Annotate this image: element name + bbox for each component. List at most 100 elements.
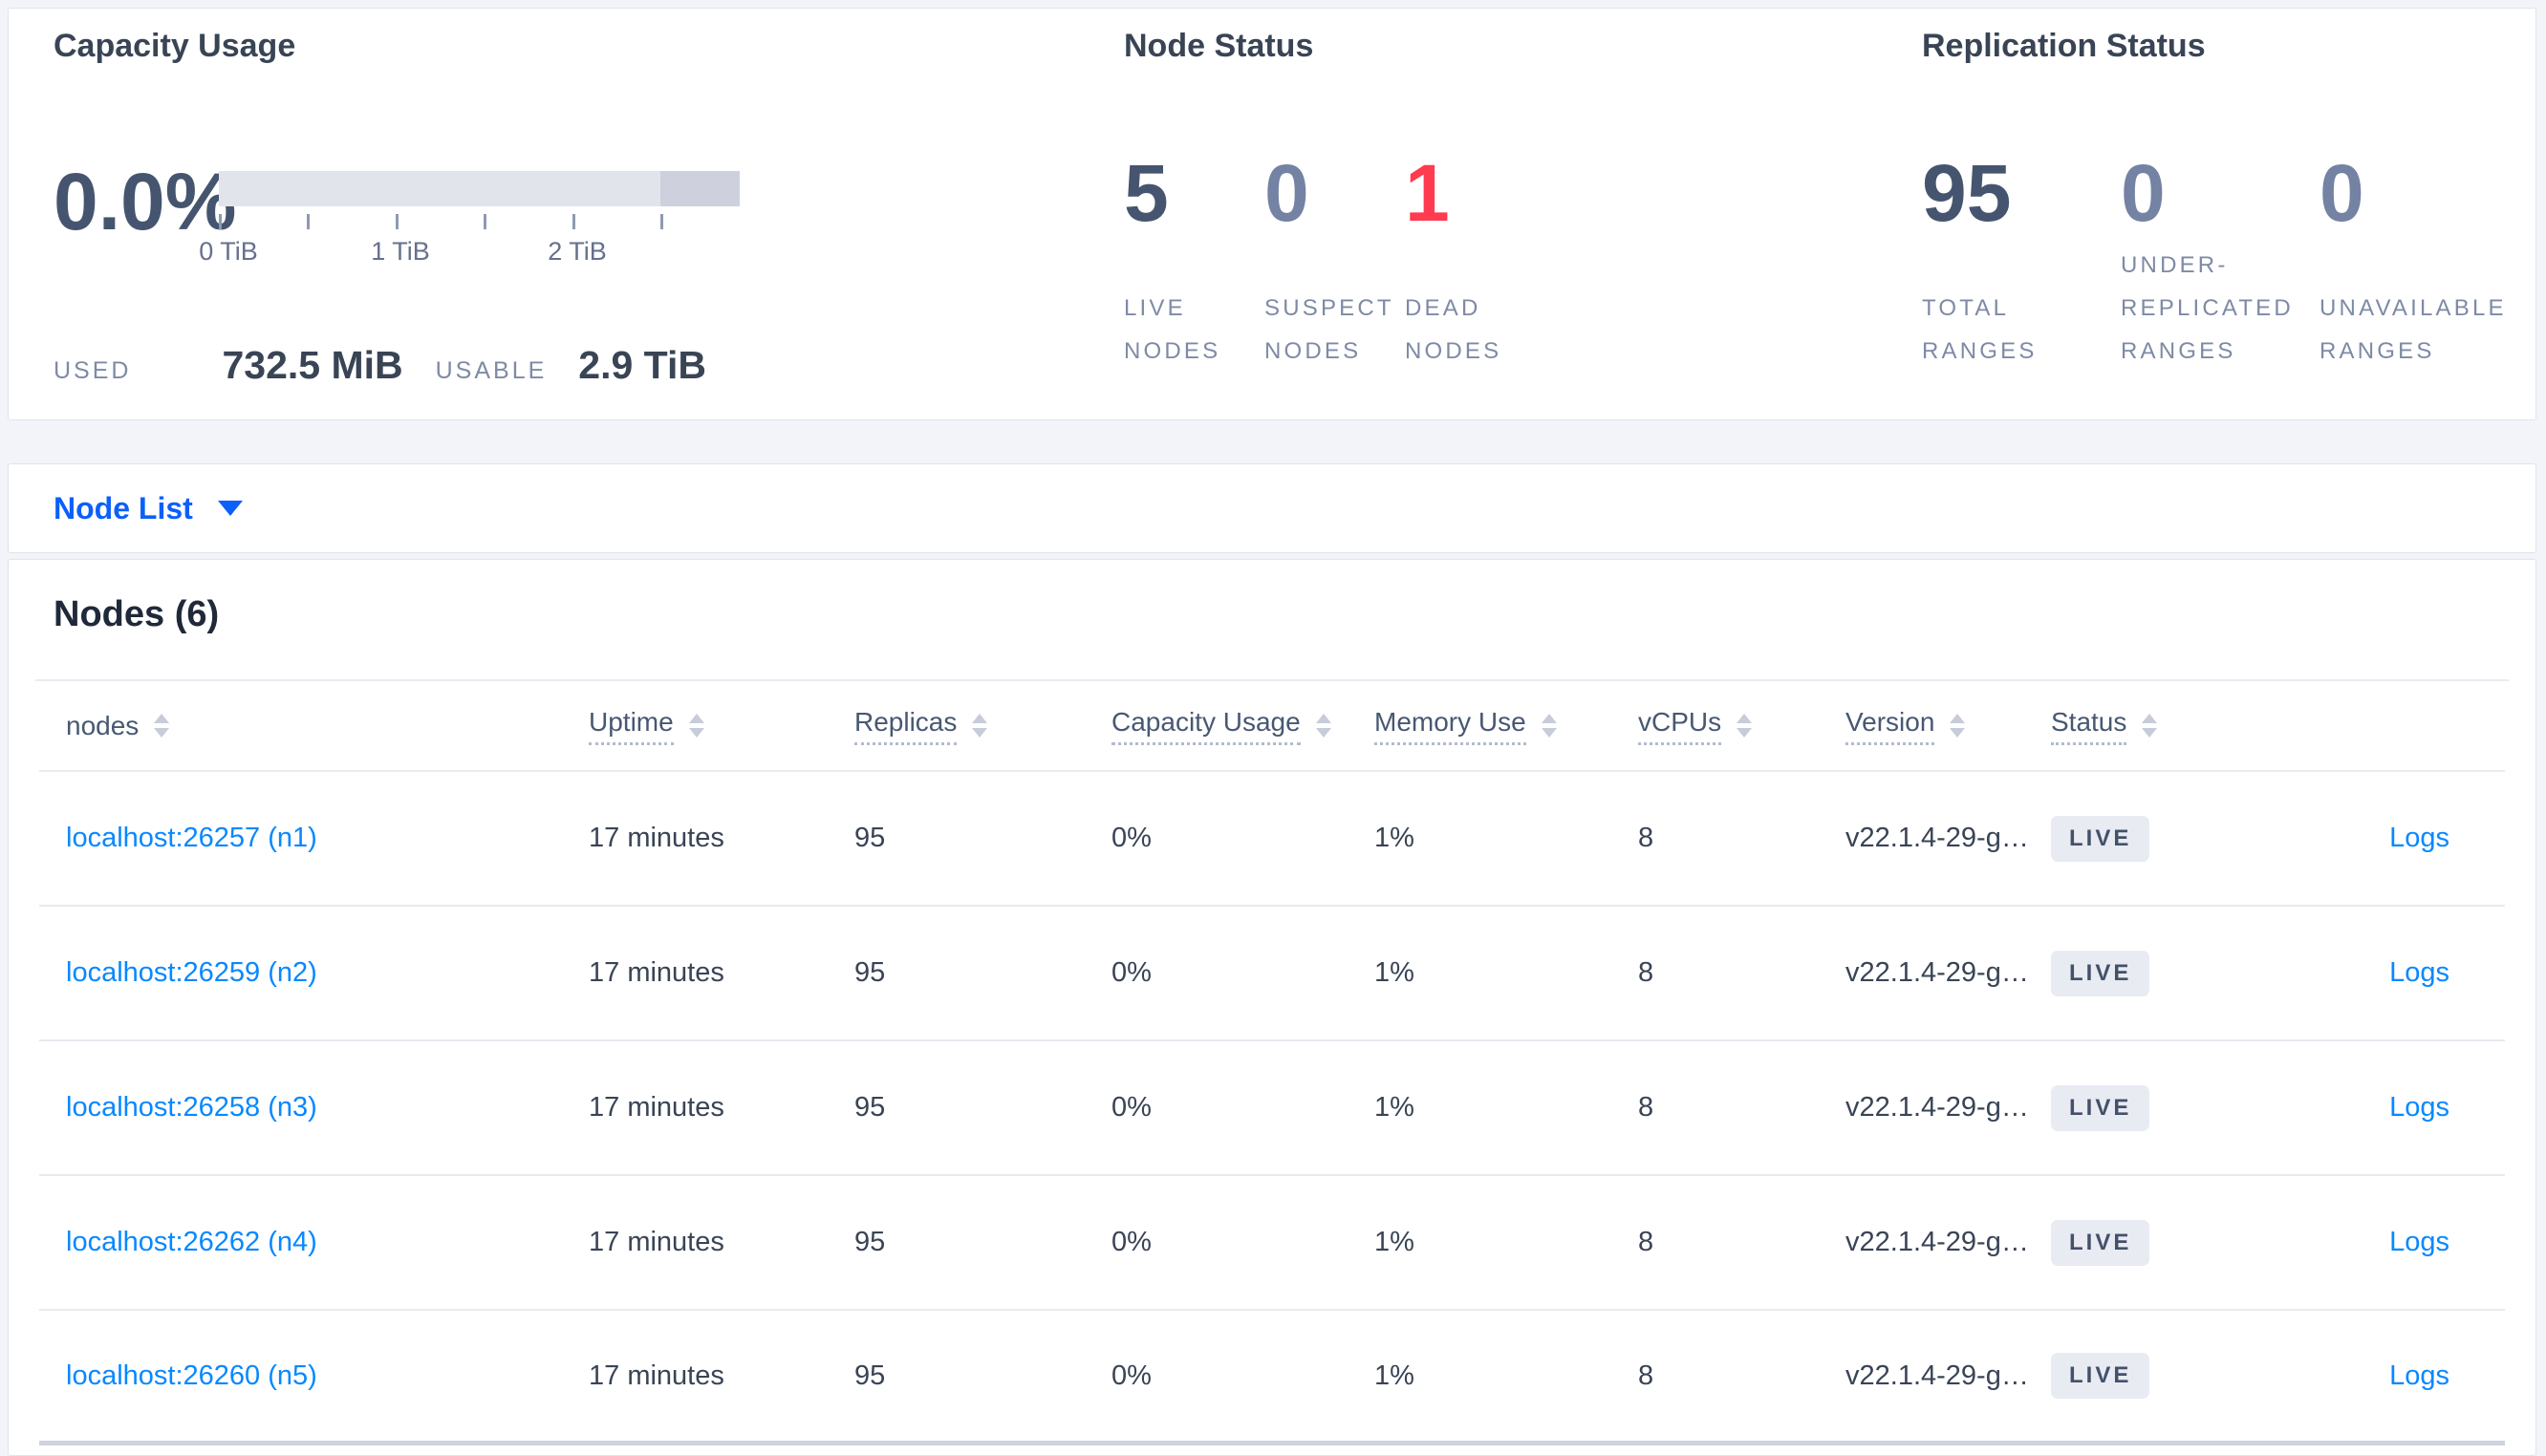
capacity-usage-cell: 0% (1111, 823, 1152, 853)
total-ranges-count: 95 (1922, 148, 2012, 238)
capacity-usage-cell: 0% (1111, 1360, 1152, 1391)
status-badge: LIVE (2051, 1353, 2150, 1399)
uptime-cell: 17 minutes (589, 823, 724, 853)
table-row: localhost:26258 (n3) 17 minutes 95 0% 1%… (39, 1041, 2505, 1176)
suspect-nodes-label: SUSPECT NODES (1264, 295, 1394, 364)
replication-status-title: Replication Status (1922, 28, 2206, 64)
axis-tick (484, 214, 486, 229)
suspect-nodes-metric: 0 SUSPECT NODES (1264, 153, 1405, 373)
chevron-down-icon (217, 501, 243, 516)
table-row: localhost:26262 (n4) 17 minutes 95 0% 1%… (39, 1176, 2505, 1311)
status-badge: LIVE (2051, 1084, 2150, 1131)
unavailable-ranges-metric: 0 UNAVAILABLE RANGES (2319, 153, 2510, 373)
column-header-vcpus[interactable]: vCPUs (1638, 707, 1845, 745)
memory-use-cell: 1% (1374, 1360, 1414, 1391)
table-row: localhost:26257 (n1) 17 minutes 95 0% 1%… (39, 772, 2505, 907)
unavailable-ranges-label: UNAVAILABLE RANGES (2319, 295, 2507, 364)
replicas-cell: 95 (854, 1227, 886, 1257)
live-nodes-label: LIVE NODES (1124, 295, 1221, 364)
vcpus-cell: 8 (1638, 823, 1654, 853)
sort-icon (972, 714, 988, 738)
node-link[interactable]: localhost:26259 (n2) (66, 957, 317, 988)
column-header-uptime[interactable]: Uptime (589, 707, 854, 745)
live-nodes-metric: 5 LIVE NODES (1124, 153, 1264, 373)
capacity-usage-cell: 0% (1111, 1227, 1152, 1257)
axis-tick (660, 214, 663, 229)
vcpus-cell: 8 (1638, 1227, 1654, 1257)
capacity-legend: USED 732.5 MiB USABLE 2.9 TiB (54, 343, 706, 388)
memory-use-cell: 1% (1374, 957, 1414, 988)
version-cell: v22.1.4-29-g… (1845, 823, 2029, 853)
logs-link[interactable]: Logs (2389, 823, 2449, 853)
version-cell: v22.1.4-29-g… (1845, 1227, 2029, 1257)
view-selector-bar: Node List (8, 463, 2536, 553)
sort-icon (688, 714, 704, 738)
vcpus-cell: 8 (1638, 957, 1654, 988)
axis-tick (307, 214, 310, 229)
under-replicated-ranges-label: UNDER-REPLICATED RANGES (2121, 252, 2294, 364)
sort-icon (2142, 714, 2158, 738)
used-label: USED (54, 357, 132, 384)
nodes-table-card: Nodes (6) nodes Uptime Replicas Capacity… (8, 559, 2536, 1456)
axis-tick (219, 214, 222, 229)
node-list-dropdown[interactable]: Node List (54, 491, 243, 526)
column-header-version[interactable]: Version (1845, 707, 2051, 745)
column-header-capacity-usage[interactable]: Capacity Usage (1111, 707, 1374, 745)
node-link[interactable]: localhost:26258 (n3) (66, 1092, 317, 1123)
sort-icon (1315, 714, 1331, 738)
column-header-nodes[interactable]: nodes (54, 711, 589, 741)
dead-nodes-metric: 1 DEAD NODES (1405, 153, 1545, 373)
capacity-usage-title: Capacity Usage (54, 28, 296, 64)
node-status-section: Node Status 5 LIVE NODES 0 SUSPECT NODES… (1124, 28, 1869, 410)
vcpus-cell: 8 (1638, 1092, 1654, 1123)
node-link[interactable]: localhost:26262 (n4) (66, 1227, 317, 1257)
logs-link[interactable]: Logs (2389, 957, 2449, 988)
capacity-axis-labels: 0 TiB 1 TiB 2 TiB (199, 237, 740, 269)
capacity-usage-cell: 0% (1111, 957, 1152, 988)
node-status-metrics: 5 LIVE NODES 0 SUSPECT NODES 1 DEAD NODE… (1124, 153, 1869, 373)
capacity-usage-cell: 0% (1111, 1092, 1152, 1123)
replication-status-metrics: 95 TOTAL RANGES 0 UNDER-REPLICATED RANGE… (1922, 153, 2534, 373)
axis-tick-label: 2 TiB (548, 237, 607, 266)
capacity-bar-usable-segment (219, 171, 660, 206)
total-ranges-metric: 95 TOTAL RANGES (1922, 153, 2112, 373)
total-ranges-label: TOTAL RANGES (1922, 295, 2038, 364)
unavailable-ranges-count: 0 (2319, 148, 2364, 238)
used-value: 732.5 MiB (222, 343, 403, 387)
column-header-status[interactable]: Status (2051, 707, 2256, 745)
status-badge: LIVE (2051, 950, 2150, 996)
cluster-summary-card: Capacity Usage 0.0% 0 TiB 1 TiB 2 TiB US… (8, 8, 2536, 420)
logs-link[interactable]: Logs (2389, 1360, 2449, 1391)
suspect-nodes-count: 0 (1264, 148, 1309, 238)
capacity-usage-gauge: 0 TiB 1 TiB 2 TiB (199, 171, 740, 269)
node-link[interactable]: localhost:26260 (n5) (66, 1360, 317, 1391)
capacity-usage-section: Capacity Usage 0.0% 0 TiB 1 TiB 2 TiB US… (54, 28, 1105, 410)
dead-nodes-label: DEAD NODES (1405, 295, 1502, 364)
version-cell: v22.1.4-29-g… (1845, 1092, 2029, 1123)
column-header-replicas[interactable]: Replicas (854, 707, 1111, 745)
usable-value: 2.9 TiB (578, 343, 706, 387)
uptime-cell: 17 minutes (589, 1360, 724, 1391)
logs-link[interactable]: Logs (2389, 1227, 2449, 1257)
memory-use-cell: 1% (1374, 1092, 1414, 1123)
uptime-cell: 17 minutes (589, 957, 724, 988)
version-cell: v22.1.4-29-g… (1845, 1360, 2029, 1391)
memory-use-cell: 1% (1374, 823, 1414, 853)
capacity-percent-value: 0.0% (54, 157, 237, 246)
sort-icon (1541, 714, 1557, 738)
sort-icon (1950, 714, 1966, 738)
node-link[interactable]: localhost:26257 (n1) (66, 823, 317, 853)
axis-tick (396, 214, 399, 229)
dead-nodes-count: 1 (1405, 148, 1450, 238)
uptime-cell: 17 minutes (589, 1092, 724, 1123)
usable-label: USABLE (435, 357, 548, 384)
status-badge: LIVE (2051, 815, 2150, 862)
column-header-memory-use[interactable]: Memory Use (1374, 707, 1638, 745)
capacity-axis-ticks (219, 214, 740, 237)
node-list-dropdown-label: Node List (54, 490, 193, 525)
table-row: localhost:26260 (n5) 17 minutes 95 0% 1%… (39, 1311, 2505, 1445)
live-nodes-count: 5 (1124, 148, 1169, 238)
uptime-cell: 17 minutes (589, 1227, 724, 1257)
replicas-cell: 95 (854, 1360, 886, 1391)
logs-link[interactable]: Logs (2389, 1092, 2449, 1123)
